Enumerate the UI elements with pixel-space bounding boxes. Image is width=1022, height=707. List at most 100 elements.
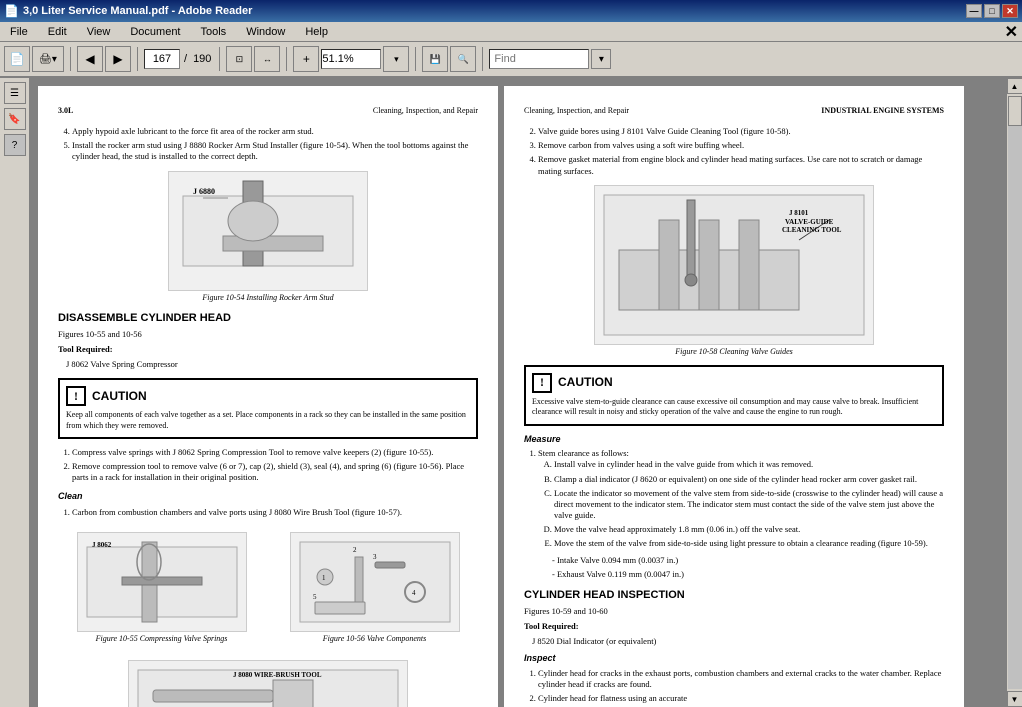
separator-2 <box>137 47 138 71</box>
scroll-thumb[interactable] <box>1008 96 1022 126</box>
fit-width-button[interactable]: ↔ <box>254 46 280 72</box>
help-icon[interactable]: ? <box>4 134 26 156</box>
valve-spring-svg: J 8062 <box>82 537 242 627</box>
measure-step-1: Stem clearance as follows: Install valve… <box>538 448 944 579</box>
zoom-in-button[interactable]: + <box>293 46 319 72</box>
menu-window[interactable]: Window <box>240 24 291 40</box>
maximize-button[interactable]: □ <box>984 4 1000 18</box>
save-tools: 💾 🔍 <box>422 46 476 72</box>
right-header-title: INDUSTRIAL ENGINE SYSTEMS <box>821 106 944 116</box>
caution-text-right: Excessive valve stem-to-guide clearance … <box>532 397 936 418</box>
title-bar: 📄 3,0 Liter Service Manual.pdf - Adobe R… <box>0 0 1022 22</box>
right-step-3: Remove carbon from valves using a soft w… <box>538 140 944 151</box>
scroll-down-button[interactable]: ▼ <box>1007 691 1022 707</box>
inspect-steps: Cylinder head for cracks in the exhaust … <box>538 668 944 704</box>
left-header-title: Cleaning, Inspection, and Repair <box>373 106 478 116</box>
scroll-up-button[interactable]: ▲ <box>1007 78 1022 94</box>
toolbar: 📄 🖨▾ ◀ ▶ / 190 ⊡ ↔ + ▾ 💾 🔍 ▾ <box>0 42 1022 78</box>
tool-required-label: Tool Required: <box>58 344 478 355</box>
figure-10-57: J 8080 WIRE-BRUSH TOOL <box>58 660 478 707</box>
svg-text:CLEANING TOOL: CLEANING TOOL <box>782 226 842 234</box>
right-steps-top: Valve guide bores using J 8101 Valve Gui… <box>538 126 944 176</box>
back-button[interactable]: ◀ <box>77 46 103 72</box>
file-tools: 📄 🖨▾ <box>4 46 64 72</box>
scroll-track[interactable] <box>1008 96 1022 689</box>
inspect-tool-value: J 8520 Dial Indicator (or equivalent) <box>532 636 944 647</box>
separator-6 <box>482 47 483 71</box>
zoom-in-btn2[interactable]: ▾ <box>383 46 409 72</box>
step-5: Install the rocker arm stud using J 8880… <box>72 140 478 162</box>
measure-d: Move the valve head approximately 1.8 mm… <box>554 524 944 535</box>
disassemble-step-2: Remove compression tool to remove valve … <box>72 461 478 483</box>
disassemble-step-1: Compress valve springs with J 8062 Sprin… <box>72 447 478 458</box>
right-page: Cleaning, Inspection, and Repair INDUSTR… <box>504 86 964 707</box>
zoom-tool-button[interactable]: 🔍 <box>450 46 476 72</box>
inspect-figures-ref: Figures 10-59 and 10-60 <box>524 606 944 617</box>
menu-help[interactable]: Help <box>299 24 334 40</box>
figure-10-58: J 8101 VALVE-GUIDE CLEANING TOOL Figure … <box>524 185 944 357</box>
svg-text:VALVE-GUIDE: VALVE-GUIDE <box>785 218 834 226</box>
save-button[interactable]: 💾 <box>422 46 448 72</box>
figure-10-55-img: J 8062 <box>77 532 247 632</box>
figure-10-56-img: 1 2 3 4 5 <box>290 532 460 632</box>
menu-document[interactable]: Document <box>124 24 186 40</box>
menu-view[interactable]: View <box>81 24 117 40</box>
view-tools: ⊡ ↔ <box>226 46 280 72</box>
menu-edit[interactable]: Edit <box>42 24 73 40</box>
svg-text:J 8062: J 8062 <box>92 541 112 549</box>
inspect-step-2: Cylinder head for flatness using an accu… <box>538 693 944 704</box>
svg-text:J 8080 WIRE-BRUSH TOOL: J 8080 WIRE-BRUSH TOOL <box>233 671 322 679</box>
bookmark-icon[interactable]: 🔖 <box>4 108 26 130</box>
exhaust-spec: Exhaust Valve 0.119 mm (0.0047 in.) <box>552 569 944 580</box>
minimize-button[interactable]: — <box>966 4 982 18</box>
fig58-caption: Figure 10-58 Cleaning Valve Guides <box>524 347 944 357</box>
caution-box-right: ! CAUTION Excessive valve stem-to-guide … <box>524 365 944 426</box>
valve-specs: Intake Valve 0.094 mm (0.0037 in.) Exhau… <box>552 555 944 580</box>
figure-10-56: 1 2 3 4 5 Figure 10-56 Valve <box>271 532 478 644</box>
nav-tools: ◀ ▶ <box>77 46 131 72</box>
inspect-section-title: CYLINDER HEAD INSPECTION <box>524 588 944 602</box>
inspect-tool-label: Tool Required: <box>524 621 944 632</box>
find-input[interactable] <box>489 49 589 69</box>
forward-button[interactable]: ▶ <box>105 46 131 72</box>
hand-tool-icon[interactable]: ☰ <box>4 82 26 104</box>
clean-steps: Carbon from combustion chambers and valv… <box>72 507 478 518</box>
fig54-caption: Figure 10-54 Installing Rocker Arm Stud <box>58 293 478 303</box>
menu-file[interactable]: File <box>4 24 34 40</box>
svg-text:3: 3 <box>373 553 377 561</box>
separator-3 <box>219 47 220 71</box>
disassemble-steps: Compress valve springs with J 8062 Sprin… <box>72 447 478 483</box>
left-page: 3.0L Cleaning, Inspection, and Repair Ap… <box>38 86 498 707</box>
close-button[interactable]: ✕ <box>1002 4 1018 18</box>
figure-10-54-img: J 6880 <box>168 171 368 291</box>
page-total-label: 190 <box>191 53 213 65</box>
find-tools: ▾ <box>489 49 611 69</box>
rocker-arm-svg: J 6880 <box>173 176 363 286</box>
fig55-caption: Figure 10-55 Compressing Valve Springs <box>58 634 265 644</box>
figure-10-58-img: J 8101 VALVE-GUIDE CLEANING TOOL <box>594 185 874 345</box>
right-page-header: Cleaning, Inspection, and Repair INDUSTR… <box>524 106 944 116</box>
title-bar-left: 📄 3,0 Liter Service Manual.pdf - Adobe R… <box>4 4 252 18</box>
fit-page-button[interactable]: ⊡ <box>226 46 252 72</box>
svg-text:2: 2 <box>353 546 357 554</box>
menu-tools[interactable]: Tools <box>195 24 233 40</box>
clean-step-1: Carbon from combustion chambers and valv… <box>72 507 478 518</box>
main-area: ☰ 🔖 ? 3.0L Cleaning, Inspection, and Rep… <box>0 78 1022 707</box>
print-dropdown[interactable]: 🖨▾ <box>32 46 64 72</box>
zoom-input[interactable] <box>321 49 381 69</box>
pdf-viewer[interactable]: 3.0L Cleaning, Inspection, and Repair Ap… <box>30 78 1006 707</box>
svg-text:5: 5 <box>313 593 317 601</box>
right-scrollbar[interactable]: ▲ ▼ <box>1006 78 1022 707</box>
inspect-title: Inspect <box>524 653 944 665</box>
figure-10-54: J 6880 Figure 10-54 Installing Rocker Ar… <box>58 171 478 303</box>
measure-e: Move the stem of the valve from side-to-… <box>554 538 944 549</box>
measure-a: Install valve in cylinder head in the va… <box>554 459 944 470</box>
separator-4 <box>286 47 287 71</box>
page-number-input[interactable] <box>144 49 180 69</box>
right-header-section: Cleaning, Inspection, and Repair <box>524 106 629 116</box>
figure-10-55: J 8062 Figure 10-55 Compressing Valve Sp… <box>58 532 265 644</box>
new-button[interactable]: 📄 <box>4 46 30 72</box>
close-x-button[interactable]: ✕ <box>1005 22 1018 42</box>
valve-guide-cleaning-svg: J 8101 VALVE-GUIDE CLEANING TOOL <box>599 190 869 340</box>
find-dropdown[interactable]: ▾ <box>591 49 611 69</box>
